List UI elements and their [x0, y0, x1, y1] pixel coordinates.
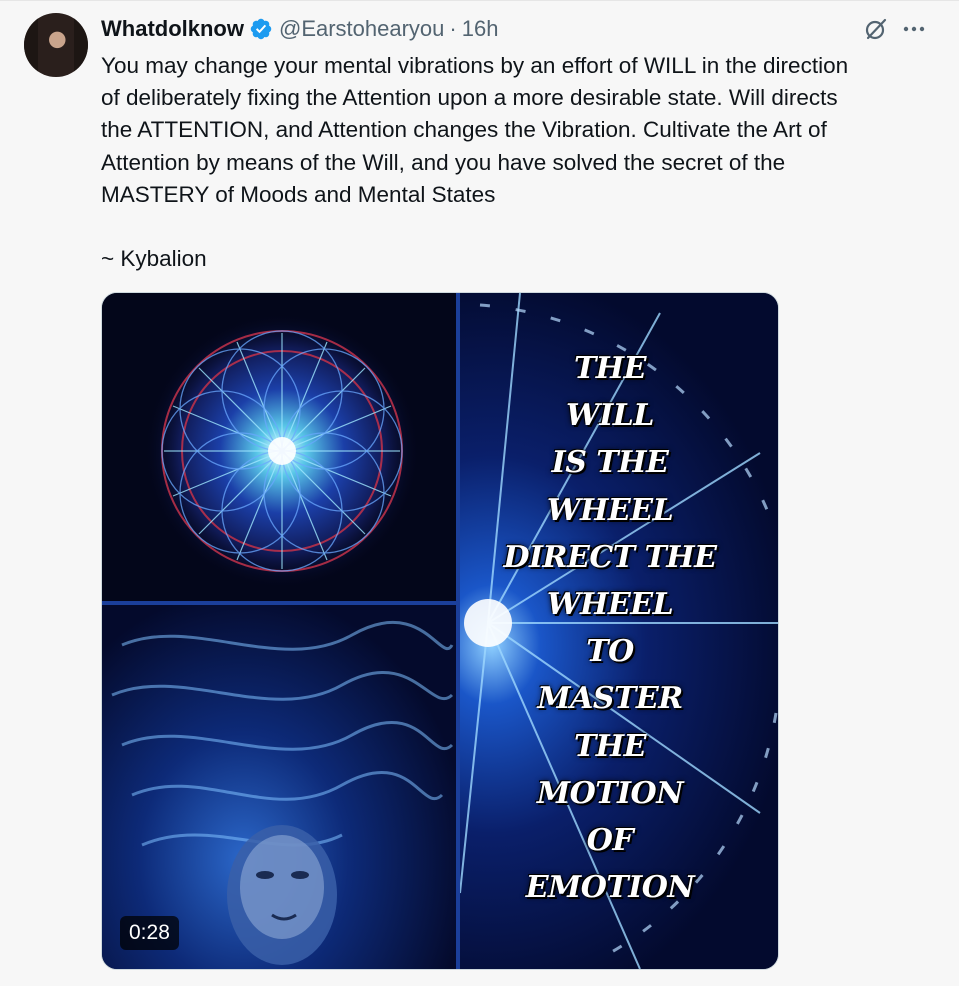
- separator-dot: ·: [449, 16, 457, 41]
- quote-line: THE: [573, 728, 647, 764]
- author-name[interactable]: Whatdolknow: [101, 16, 244, 42]
- quote-line: TO: [586, 634, 634, 670]
- grok-icon[interactable]: [863, 16, 889, 42]
- video-duration-badge: 0:28: [120, 916, 179, 950]
- tweet-actions-top: [863, 16, 927, 42]
- panel-divider-horizontal: [102, 601, 456, 605]
- quote-line: OF: [586, 823, 634, 859]
- mandala-image: [102, 293, 456, 601]
- top-divider: [0, 0, 959, 1]
- quote-line: EMOTION: [525, 870, 695, 906]
- quote-line: WILL: [566, 398, 654, 434]
- quote-line: WHEEL: [546, 492, 674, 528]
- quote-line: MOTION: [536, 775, 684, 811]
- glowing-face-image: [102, 605, 456, 969]
- timestamp[interactable]: 16h: [462, 16, 499, 42]
- quote-line: WHEEL: [546, 587, 674, 623]
- quote-line: DIRECT THE: [503, 539, 717, 575]
- video-player[interactable]: THE WILL IS THE WHEEL DIRECT THE WHEEL T…: [101, 292, 779, 970]
- more-icon[interactable]: [901, 16, 927, 42]
- avatar[interactable]: [24, 13, 88, 77]
- quote-text: THE WILL IS THE WHEEL DIRECT THE WHEEL T…: [460, 345, 760, 911]
- quote-line: IS THE: [551, 445, 669, 481]
- verified-badge-icon[interactable]: [249, 17, 273, 41]
- quote-line: MASTER: [537, 681, 683, 717]
- quote-line: THE: [573, 351, 647, 386]
- tweet-text: You may change your mental vibrations by…: [101, 53, 849, 272]
- tweet-header: Whatdolknow @Earstohearyou · 16h: [101, 14, 498, 44]
- author-handle[interactable]: @Earstohearyou: [279, 16, 444, 42]
